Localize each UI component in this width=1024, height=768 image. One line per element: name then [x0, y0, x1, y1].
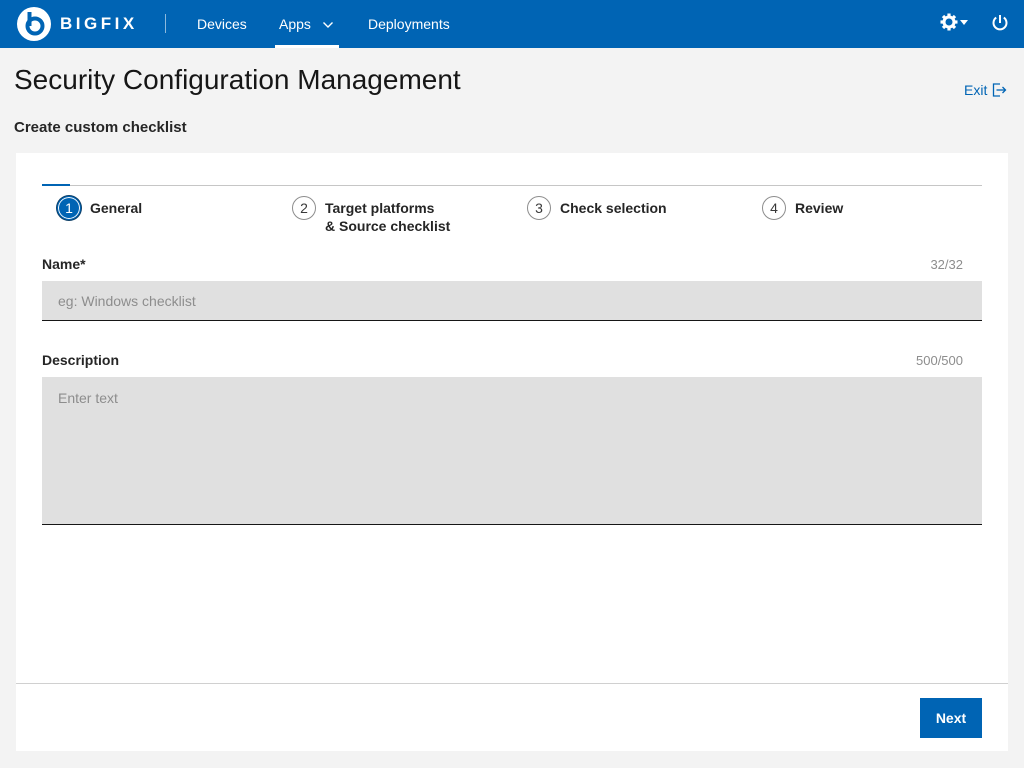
- step-number: 4: [762, 196, 786, 220]
- footer-divider: [16, 683, 1008, 684]
- next-button[interactable]: Next: [920, 698, 982, 738]
- name-field-label: Name*: [42, 256, 86, 272]
- exit-link[interactable]: Exit: [964, 81, 1007, 99]
- power-icon: [992, 15, 1008, 31]
- step-label: Review: [795, 196, 843, 217]
- nav-divider: [165, 14, 166, 33]
- step-check-selection[interactable]: 3 Check selection: [527, 196, 667, 220]
- step-label: Check selection: [560, 196, 667, 217]
- caret-down-icon: [960, 20, 968, 25]
- name-char-counter: 32/32: [930, 257, 963, 272]
- bigfix-logo-icon: [17, 7, 51, 41]
- nav-item-label: Apps: [279, 16, 311, 32]
- nav-item-apps[interactable]: Apps: [275, 0, 339, 48]
- bigfix-logo[interactable]: BIGFIX: [17, 7, 138, 41]
- step-number: 1: [57, 196, 81, 220]
- nav-item-devices[interactable]: Devices: [197, 0, 247, 48]
- description-textarea[interactable]: [42, 377, 982, 525]
- nav-item-deployments[interactable]: Deployments: [368, 0, 450, 48]
- wizard-card: 1 General 2 Target platforms & Source ch…: [16, 153, 1008, 751]
- name-input[interactable]: [42, 281, 982, 321]
- nav-item-label: Deployments: [368, 16, 450, 32]
- step-label: Target platforms & Source checklist: [325, 196, 450, 235]
- description-field-label: Description: [42, 352, 120, 368]
- page-title: Security Configuration Management: [14, 64, 461, 95]
- exit-label: Exit: [964, 82, 988, 98]
- step-label-line: Target platforms: [325, 200, 435, 216]
- step-number: 2: [292, 196, 316, 220]
- step-label: General: [90, 196, 142, 217]
- step-label-line: Check selection: [560, 200, 667, 216]
- step-target-platforms[interactable]: 2 Target platforms & Source checklist: [292, 196, 450, 235]
- page-subtitle: Create custom checklist: [14, 119, 187, 136]
- step-number: 3: [527, 196, 551, 220]
- nav-item-label: Devices: [197, 16, 247, 32]
- step-label-line: General: [90, 200, 143, 216]
- step-label-line: Review: [795, 200, 844, 216]
- chevron-down-icon: [322, 22, 333, 29]
- settings-menu-button[interactable]: [940, 13, 970, 35]
- active-nav-indicator: [275, 45, 339, 48]
- progress-track: [42, 185, 982, 186]
- step-label-line: & Source checklist: [325, 218, 451, 234]
- step-review[interactable]: 4 Review: [762, 196, 843, 220]
- brand-name: BIGFIX: [60, 14, 138, 33]
- logout-button[interactable]: [990, 13, 1010, 33]
- description-char-counter: 500/500: [916, 353, 963, 368]
- progress-active-indicator: [42, 184, 70, 186]
- top-nav-bar: BIGFIX Devices Apps Deployments: [0, 0, 1024, 48]
- step-general[interactable]: 1 General: [57, 196, 142, 220]
- gear-icon: [940, 13, 968, 31]
- exit-icon: [993, 83, 1007, 97]
